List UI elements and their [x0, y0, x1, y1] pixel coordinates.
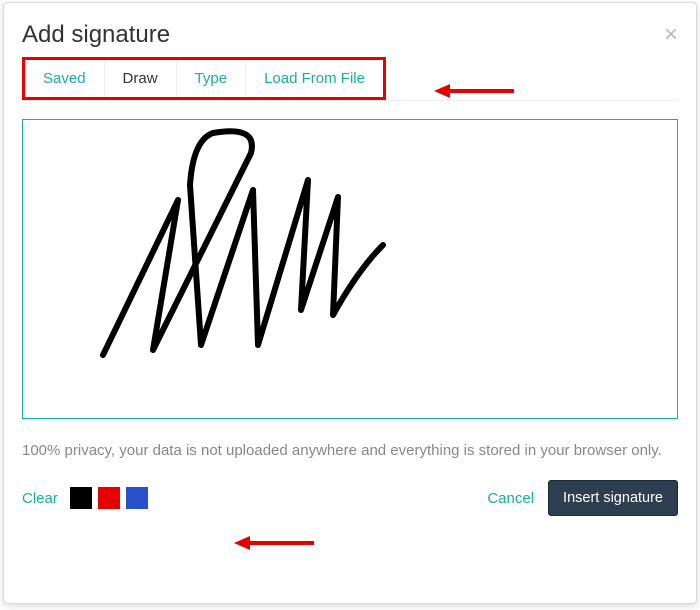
swatch-red[interactable] — [98, 487, 120, 509]
signature-drawing — [83, 125, 413, 375]
privacy-note: 100% privacy, your data is not uploaded … — [22, 439, 678, 462]
modal-title: Add signature — [22, 21, 170, 49]
signature-canvas[interactable] — [22, 119, 678, 419]
signature-tabs: Saved Draw Type Load From File — [22, 57, 386, 100]
modal-header: Add signature × — [22, 21, 678, 49]
color-swatches — [70, 487, 148, 509]
clear-button[interactable]: Clear — [22, 490, 58, 507]
modal-footer: Clear Cancel Insert signature — [22, 480, 678, 516]
annotation-arrow-footer-icon — [234, 533, 314, 553]
swatch-blue[interactable] — [126, 487, 148, 509]
tab-type[interactable]: Type — [177, 60, 247, 97]
tab-load-from-file[interactable]: Load From File — [246, 60, 383, 97]
tab-draw[interactable]: Draw — [105, 60, 177, 97]
add-signature-modal: Add signature × Saved Draw Type Load Fro… — [3, 2, 697, 604]
cancel-button[interactable]: Cancel — [487, 490, 534, 507]
insert-signature-button[interactable]: Insert signature — [548, 480, 678, 516]
tabs-row: Saved Draw Type Load From File — [22, 57, 678, 101]
close-icon[interactable]: × — [664, 23, 678, 47]
swatch-black[interactable] — [70, 487, 92, 509]
annotation-arrow-tabs-icon — [434, 81, 514, 101]
tab-saved[interactable]: Saved — [25, 60, 105, 97]
